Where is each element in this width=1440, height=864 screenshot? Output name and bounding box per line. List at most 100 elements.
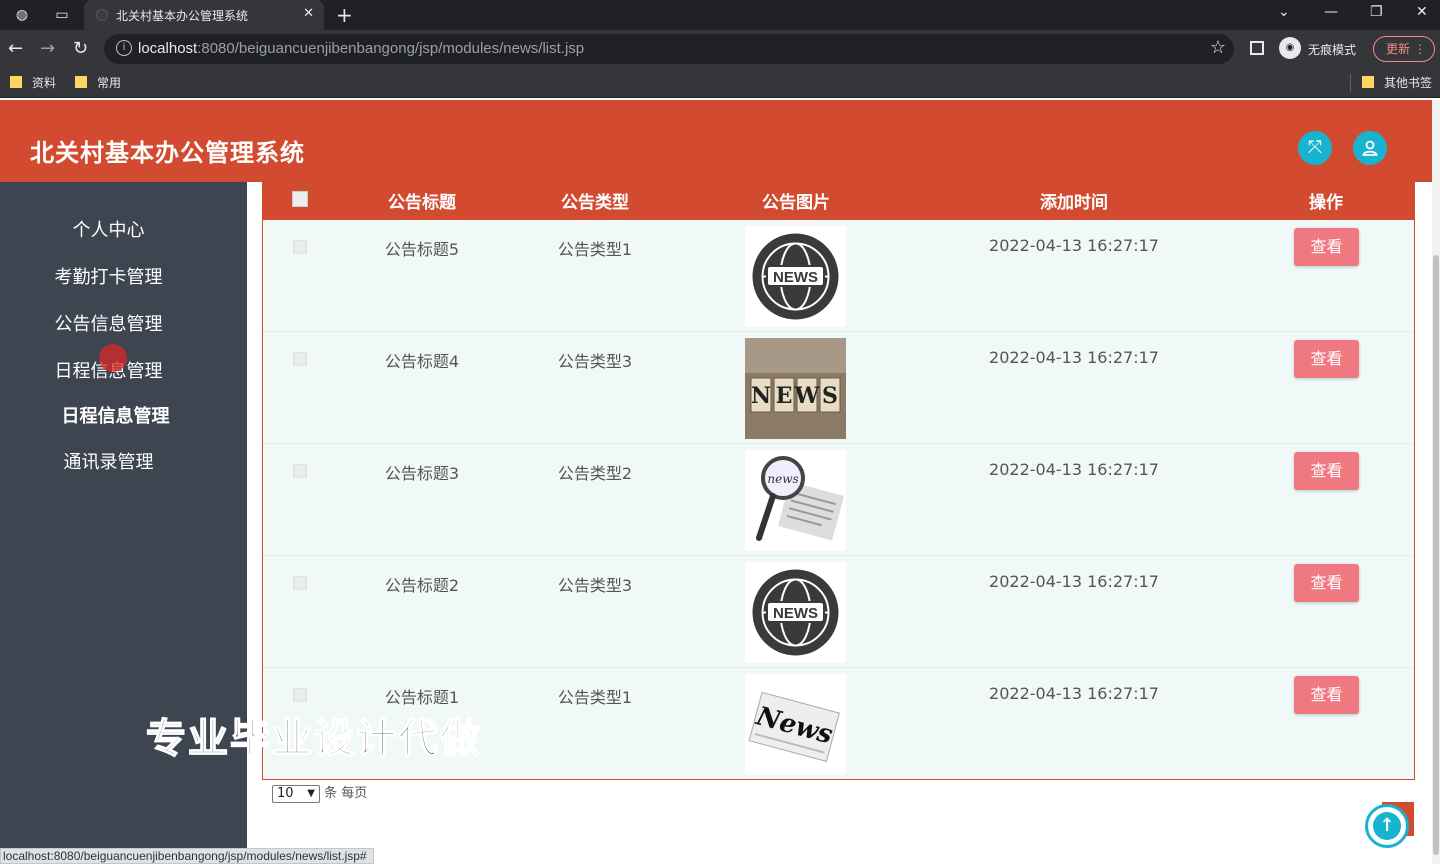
sidebar-item-personal-center[interactable]: 个人中心 — [0, 216, 247, 242]
folder-icon — [75, 76, 87, 88]
svg-text:W: W — [794, 383, 820, 409]
announcement-title: 公告标题4 — [384, 352, 460, 371]
page-scrollbar[interactable] — [1432, 100, 1440, 864]
bookmark-star-icon[interactable]: ☆ — [1210, 37, 1226, 58]
announcement-type: 公告类型3 — [557, 576, 633, 595]
added-time: 2022-04-13 16:27:17 — [989, 460, 1159, 479]
announcement-table: 公告标题 公告类型 公告图片 添加时间 操作 公告标题5 公告类型1 NEWS … — [262, 182, 1415, 780]
fullscreen-icon: ⤧ — [1307, 137, 1323, 158]
site-info-icon[interactable]: i — [116, 40, 132, 56]
back-to-top-button[interactable]: ↑ — [1365, 804, 1409, 848]
table-header: 公告标题 公告类型 公告图片 添加时间 操作 — [263, 182, 1414, 220]
announcement-type: 公告类型1 — [557, 240, 633, 259]
announcement-title: 公告标题5 — [384, 240, 460, 259]
new-tab-icon[interactable]: + — [336, 3, 353, 27]
added-time: 2022-04-13 16:27:17 — [989, 348, 1159, 367]
sidebar-item-announcements[interactable]: 公告信息管理 — [0, 310, 247, 336]
added-time: 2022-04-13 16:27:17 — [989, 684, 1159, 703]
favicon-icon — [96, 9, 108, 21]
announcement-image: NEWS — [745, 226, 846, 327]
table-row: 公告标题3 公告类型2 news 2022-04-13 16:27:17 查看 — [263, 444, 1414, 556]
view-button[interactable]: 查看 — [1294, 228, 1359, 266]
row-checkbox[interactable] — [293, 240, 307, 254]
view-button[interactable]: 查看 — [1294, 452, 1359, 490]
tab-title: 北关村基本办公管理系统 — [116, 9, 249, 23]
page-size-suffix: 条 每页 — [324, 786, 368, 801]
app-title: 北关村基本办公管理系统 — [30, 139, 305, 167]
globe-icon[interactable]: ◍ — [12, 5, 32, 25]
close-tab-icon[interactable]: ✕ — [303, 6, 314, 21]
table-row: 公告标题2 公告类型3 NEWS 2022-04-13 16:27:17 查看 — [263, 556, 1414, 668]
view-button[interactable]: 查看 — [1294, 676, 1359, 714]
row-checkbox[interactable] — [293, 464, 307, 478]
omnibox[interactable]: i localhost:8080/beiguancuenjibenbangong… — [104, 34, 1234, 64]
window-close-icon[interactable]: ✕ — [1416, 4, 1428, 20]
announcement-image: news — [745, 450, 846, 551]
bookmark-folder[interactable]: 资料 — [10, 74, 56, 91]
view-button[interactable]: 查看 — [1294, 564, 1359, 602]
row-checkbox[interactable] — [293, 688, 307, 702]
minimize-icon[interactable]: — — [1324, 4, 1338, 20]
tab-search-icon[interactable]: ▭ — [52, 5, 72, 25]
side-panel-icon[interactable] — [1250, 41, 1264, 55]
app-header: 北关村基本办公管理系统 ⤧ — [0, 100, 1432, 182]
menu-dots-icon[interactable]: ⋮ — [1414, 37, 1426, 61]
svg-text:S: S — [822, 383, 838, 409]
row-checkbox[interactable] — [293, 352, 307, 366]
status-bar-url: localhost:8080/beiguancuenjibenbangong/j… — [0, 848, 374, 864]
click-indicator — [99, 344, 127, 372]
table-row: 公告标题5 公告类型1 NEWS 2022-04-13 16:27:17 查看 — [263, 220, 1414, 332]
svg-text:NEWS: NEWS — [773, 605, 818, 622]
announcement-title: 公告标题3 — [384, 464, 460, 483]
svg-text:N: N — [751, 383, 771, 409]
page-size-select[interactable]: 10 ▼ — [272, 784, 320, 803]
announcement-type: 公告类型2 — [557, 464, 633, 483]
update-button[interactable]: 更新 ⋮ — [1373, 36, 1435, 62]
other-bookmarks[interactable]: 其他书签 — [1362, 74, 1432, 91]
folder-icon — [10, 76, 22, 88]
svg-text:news: news — [767, 472, 798, 486]
announcement-title: 公告标题1 — [384, 688, 460, 707]
bookmarks-bar: 资料 常用 其他书签 — [0, 68, 1440, 98]
restore-icon[interactable]: ❐ — [1370, 4, 1383, 20]
column-header: 公告图片 — [762, 193, 830, 213]
column-header: 操作 — [1309, 193, 1343, 213]
browser-tab[interactable]: 北关村基本办公管理系统 ✕ — [84, 0, 324, 30]
added-time: 2022-04-13 16:27:17 — [989, 236, 1159, 255]
watermark-text: 专业毕业设计代做 — [145, 715, 482, 763]
view-button[interactable]: 查看 — [1294, 340, 1359, 378]
fullscreen-button[interactable]: ⤧ — [1298, 131, 1332, 165]
incognito-icon[interactable]: ◉ — [1279, 37, 1301, 59]
sidebar-item-contacts[interactable]: 通讯录管理 — [0, 448, 247, 474]
bookmark-folder[interactable]: 常用 — [75, 74, 121, 91]
announcement-image: News — [745, 674, 846, 775]
address-bar-row: ← → ↻ i localhost:8080/beiguancuenjibenb… — [0, 30, 1440, 68]
folder-icon — [1362, 76, 1374, 88]
svg-text:E: E — [776, 383, 793, 409]
select-all-checkbox[interactable] — [292, 191, 308, 207]
table-row: 公告标题4 公告类型3 NEWS 2022-04-13 16:27:17 查看 — [263, 332, 1414, 444]
chevron-down-icon[interactable]: ⌄ — [1278, 4, 1290, 20]
column-header: 公告标题 — [388, 193, 456, 213]
url-text: localhost:8080/beiguancuenjibenbangong/j… — [138, 40, 585, 57]
back-icon[interactable]: ← — [8, 38, 23, 59]
arrow-up-icon: ↑ — [1373, 812, 1401, 840]
row-checkbox[interactable] — [293, 576, 307, 590]
announcement-image: NEWS — [745, 562, 846, 663]
incognito-label: 无痕模式 — [1308, 43, 1357, 57]
column-header: 公告类型 — [561, 193, 629, 213]
pagination: 10 ▼ 条 每页 — [272, 782, 367, 803]
sidebar-subitem-schedule[interactable]: 日程信息管理 — [0, 402, 247, 428]
forward-icon[interactable]: → — [40, 38, 55, 59]
browser-tab-strip: ◍ ▭ 北关村基本办公管理系统 ✕ + ⌄ — ❐ ✕ — [0, 0, 1440, 30]
user-icon — [1362, 140, 1378, 156]
scrollbar-thumb[interactable] — [1433, 255, 1439, 855]
user-button[interactable] — [1353, 131, 1387, 165]
svg-text:NEWS: NEWS — [773, 269, 818, 286]
divider — [1350, 74, 1351, 92]
reload-icon[interactable]: ↻ — [73, 38, 88, 59]
announcement-type: 公告类型1 — [557, 688, 633, 707]
sidebar-item-attendance[interactable]: 考勤打卡管理 — [0, 263, 247, 289]
added-time: 2022-04-13 16:27:17 — [989, 572, 1159, 591]
announcement-type: 公告类型3 — [557, 352, 633, 371]
